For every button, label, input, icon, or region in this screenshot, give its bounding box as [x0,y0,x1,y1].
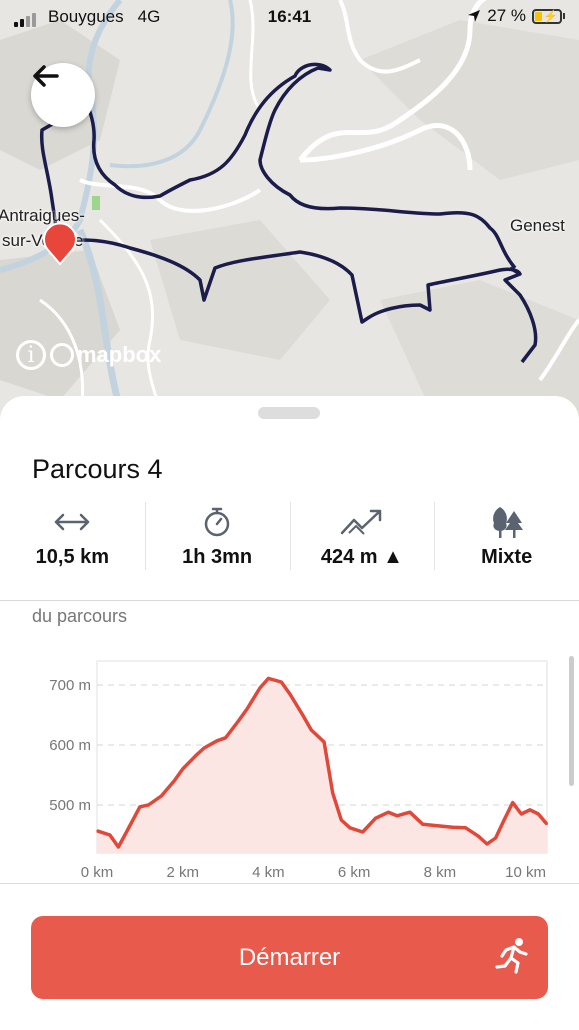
start-button[interactable]: Démarrer [31,916,548,999]
map-canvas [0,0,579,440]
data-point [439,825,441,827]
data-point [203,747,205,749]
mapbox-attribution[interactable]: i mapbox [16,340,161,370]
drag-handle[interactable] [258,407,320,419]
elevation-trend-icon [340,509,382,535]
data-point [280,681,283,683]
info-icon[interactable]: i [16,340,46,370]
stat-value: 10,5 km [35,546,110,568]
data-point [537,813,540,815]
data-point [301,714,304,716]
y-tick-label: 600 m [49,737,91,754]
data-point [310,729,313,731]
x-tick-label: 10 km [505,864,546,881]
data-point [331,792,334,794]
data-point [117,846,120,848]
running-person-icon [495,938,528,974]
back-button[interactable] [31,63,95,127]
data-point [323,741,325,743]
start-button-label: Démarrer [238,943,341,971]
data-point [409,811,411,813]
stat-terrain: Mixte [434,496,579,576]
data-point [349,827,351,829]
data-point [237,720,240,722]
data-point [387,811,390,813]
x-tick-label: 0 km [81,864,114,881]
mapbox-logo-icon [50,343,74,367]
data-point [147,804,150,806]
data-point [130,822,133,824]
distance-arrows-icon [55,513,90,531]
y-tick-label: 500 m [49,797,91,814]
mapbox-wordmark: mapbox [77,342,162,367]
data-point [224,737,227,739]
data-point [361,831,364,833]
divider [0,600,579,601]
scrollbar[interactable] [569,656,574,786]
data-point [216,740,218,742]
battery-percent: 27 % [487,6,526,25]
y-tick-label: 700 m [49,677,91,694]
data-point [267,677,270,680]
data-point [160,795,163,797]
data-point [289,693,291,695]
battery-icon: ⚡ [532,8,562,24]
x-tick-label: 8 km [424,864,457,881]
data-point [340,819,343,821]
data-point [246,708,248,710]
data-point [464,827,467,829]
data-point [173,780,175,782]
stat-value: 424 m ▲ [320,546,403,568]
data-point [451,826,454,828]
data-point [546,823,548,825]
route-title: Parcours 4 [32,454,163,484]
status-bar: Bouygues 4G 16:41 27 % ⚡ [0,0,579,34]
map-view[interactable]: Antraigues- sur-Volane Genest i mapbox [0,0,579,440]
data-point [486,843,488,845]
stat-value: 1h 3mn [182,546,253,568]
data-point [529,809,531,811]
stat-elevation: 424 m ▲ [289,496,435,576]
stopwatch-icon [204,507,230,537]
data-point [494,837,497,839]
stat-distance: 10,5 km [0,496,145,576]
data-point [477,835,480,837]
x-tick-label: 6 km [338,864,371,881]
x-tick-label: 2 km [166,864,199,881]
data-point [396,815,398,817]
data-point [109,834,111,836]
stat-duration: 1h 3mn [144,496,290,576]
data-point [181,768,184,770]
location-pin-icon[interactable] [40,220,80,270]
route-details-sheet: Parcours 4 10,5 km 1h 3mn 424 m ▲ Mixte … [0,396,579,1030]
data-point [139,806,141,808]
data-point [259,687,261,689]
route-stats: 10,5 km 1h 3mn 424 m ▲ Mixte [0,496,579,576]
data-point [511,801,514,804]
data-point [520,813,523,815]
trees-icon [492,507,523,538]
profile-subtitle: du parcours [32,606,128,626]
data-point [96,830,98,832]
data-point [374,817,377,819]
location-arrow-icon [468,10,481,22]
data-point [194,755,197,757]
stat-value: Mixte [481,546,533,568]
data-point [503,819,505,821]
data-point [421,823,424,825]
arrow-left-icon [33,65,59,87]
x-tick-label: 4 km [252,864,285,881]
elevation-chart[interactable]: 500 m 600 m 700 m 0 km 2 km 4 km 6 km 8 km 10 km [0,648,579,884]
town-label: Genest [510,216,565,235]
